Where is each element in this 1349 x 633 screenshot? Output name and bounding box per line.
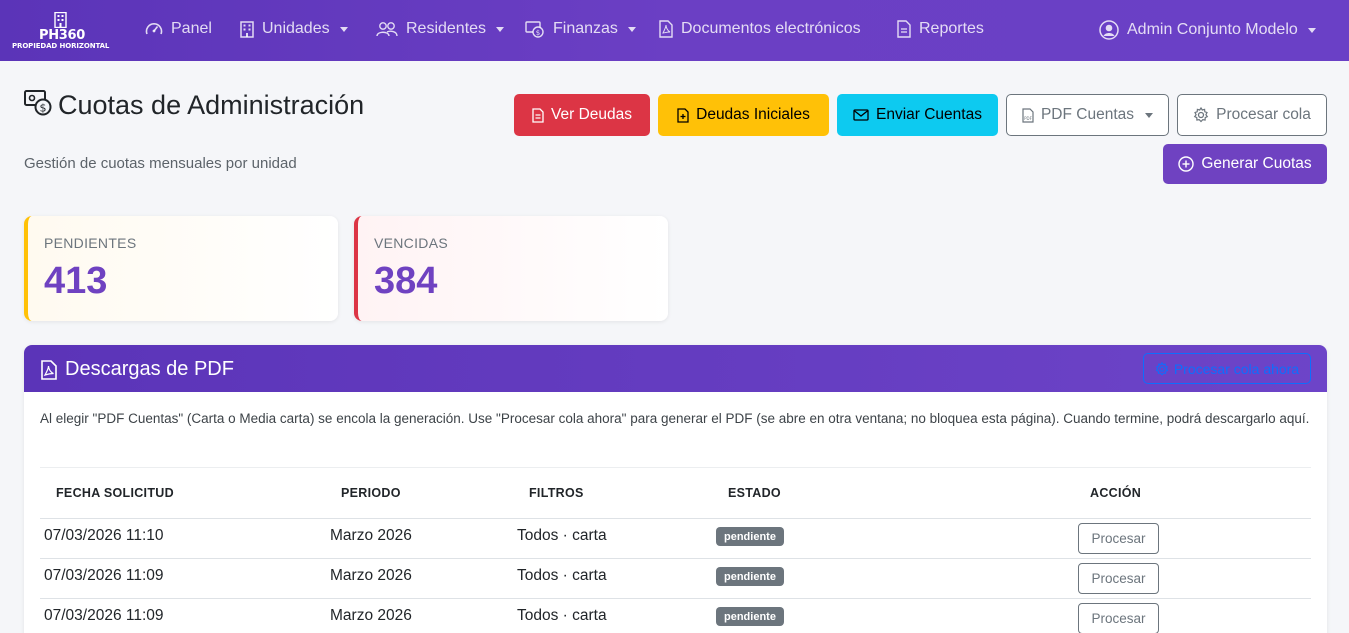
pdf-cuentas-dropdown[interactable]: PDF PDF Cuentas: [1006, 94, 1169, 136]
cell-periodo: Marzo 2026: [330, 527, 412, 544]
user-menu[interactable]: Admin Conjunto Modelo: [1099, 20, 1316, 40]
svg-text:PDF: PDF: [1024, 116, 1032, 121]
cash-icon: $: [24, 90, 52, 116]
cell-periodo: Marzo 2026: [330, 607, 412, 624]
file-text-icon: [532, 107, 544, 123]
table-row: 07/03/2026 11:10 Marzo 2026 Todos · cart…: [40, 518, 1311, 558]
column-header-periodo: PERIODO: [341, 486, 401, 500]
report-icon: [897, 20, 911, 38]
gear-icon: [1193, 107, 1209, 123]
chevron-down-icon: [1145, 112, 1154, 118]
procesar-cola-button[interactable]: Procesar cola: [1177, 94, 1327, 136]
plus-circle-icon: [1178, 156, 1195, 172]
column-header-filtros: FILTROS: [529, 486, 584, 500]
procesar-cola-label: Procesar cola: [1216, 106, 1311, 123]
page-title-text: Cuotas de Administración: [58, 90, 365, 120]
nav-item-reportes[interactable]: Reportes: [897, 20, 984, 38]
nav-label-documentos: Documentos electrónicos: [681, 20, 861, 37]
building-icon: [240, 20, 254, 38]
envelope-icon: [853, 109, 869, 121]
card-title-text: Descargas de PDF: [65, 358, 234, 380]
procesar-button[interactable]: Procesar: [1078, 603, 1159, 633]
card-description: Al elegir "PDF Cuentas" (Carta o Media c…: [40, 411, 1310, 426]
user-name: Admin Conjunto Modelo: [1127, 21, 1298, 38]
pdf-file-icon: [659, 20, 673, 38]
table-row: 07/03/2026 11:09 Marzo 2026 Todos · cart…: [40, 598, 1311, 633]
stat-card-pendientes: PENDIENTES 413: [24, 216, 338, 321]
status-badge: pendiente: [716, 567, 784, 586]
ver-deudas-label: Ver Deudas: [551, 106, 632, 123]
page-subtitle: Gestión de cuotas mensuales por unidad: [24, 155, 297, 172]
stat-value: 413: [44, 260, 108, 302]
cash-icon: $: [525, 20, 544, 38]
enviar-cuentas-label: Enviar Cuentas: [876, 106, 982, 123]
procesar-button[interactable]: Procesar: [1078, 523, 1159, 554]
table-row: 07/03/2026 11:09 Marzo 2026 Todos · cart…: [40, 558, 1311, 598]
user-circle-icon: [1099, 20, 1119, 40]
pdf-requests-table: FECHA SOLICITUD PERIODO FILTROS ESTADO A…: [40, 467, 1311, 633]
nav-label-unidades: Unidades: [262, 20, 330, 37]
chevron-down-icon: [339, 26, 348, 32]
procesar-cola-ahora-label: Procesar cola ahora: [1173, 360, 1300, 377]
generar-cuotas-button[interactable]: Generar Cuotas: [1163, 144, 1327, 184]
top-navbar: PH360 PROPIEDAD HORIZONTAL Panel Unidade…: [0, 0, 1349, 61]
cell-periodo: Marzo 2026: [330, 567, 412, 584]
page-title: $ Cuotas de Administración: [24, 88, 364, 122]
pdf-downloads-card: Descargas de PDF Procesar cola ahora Al …: [24, 345, 1327, 633]
svg-text:$: $: [40, 102, 47, 115]
stat-card-vencidas: VENCIDAS 384: [354, 216, 668, 321]
ver-deudas-button[interactable]: Ver Deudas: [514, 94, 650, 136]
pdf-cuentas-label: PDF Cuentas: [1040, 106, 1135, 123]
column-header-accion: ACCIÓN: [1090, 486, 1142, 500]
stat-label: VENCIDAS: [374, 235, 448, 251]
column-header-fecha: FECHA SOLICITUD: [56, 486, 174, 500]
nav-label-finanzas: Finanzas: [553, 20, 618, 37]
card-header: Descargas de PDF Procesar cola ahora: [24, 345, 1327, 392]
nav-item-finanzas[interactable]: $ Finanzas: [525, 20, 636, 38]
cell-filtros: Todos · carta: [517, 527, 607, 544]
brand-name: PH360: [39, 28, 86, 43]
cell-filtros: Todos · carta: [517, 567, 607, 584]
svg-text:$: $: [536, 29, 540, 37]
chevron-down-icon: [627, 26, 636, 32]
people-icon: [376, 22, 398, 37]
stat-value: 384: [374, 260, 438, 302]
building-icon: [54, 12, 67, 28]
nav-item-unidades[interactable]: Unidades: [240, 20, 348, 38]
nav-item-documentos[interactable]: Documentos electrónicos: [659, 20, 861, 38]
generar-cuotas-label: Generar Cuotas: [1201, 155, 1312, 172]
card-title: Descargas de PDF: [41, 358, 234, 381]
chevron-down-icon: [1307, 27, 1316, 33]
gear-icon: [1155, 361, 1169, 375]
enviar-cuentas-button[interactable]: Enviar Cuentas: [837, 94, 998, 136]
procesar-cola-ahora-button[interactable]: Procesar cola ahora: [1143, 353, 1311, 384]
brand-logo[interactable]: PH360 PROPIEDAD HORIZONTAL: [0, 0, 120, 61]
cell-fecha: 07/03/2026 11:09: [44, 607, 164, 624]
nav-item-residentes[interactable]: Residentes: [376, 20, 505, 38]
deudas-iniciales-label: Deudas Iniciales: [696, 106, 810, 123]
procesar-button[interactable]: Procesar: [1078, 563, 1159, 594]
pdf-file-icon: PDF: [1022, 107, 1034, 123]
nav-label-panel: Panel: [171, 20, 212, 37]
cell-fecha: 07/03/2026 11:10: [44, 527, 164, 544]
status-badge: pendiente: [716, 527, 784, 546]
stat-label: PENDIENTES: [44, 235, 137, 251]
gauge-icon: [145, 23, 163, 35]
cell-fecha: 07/03/2026 11:09: [44, 567, 164, 584]
chevron-down-icon: [496, 26, 505, 32]
status-badge: pendiente: [716, 607, 784, 626]
cell-filtros: Todos · carta: [517, 607, 607, 624]
deudas-iniciales-button[interactable]: Deudas Iniciales: [658, 94, 829, 136]
nav-item-panel[interactable]: Panel: [145, 20, 212, 38]
brand-subtitle: PROPIEDAD HORIZONTAL: [12, 42, 110, 50]
pdf-file-icon: [41, 359, 57, 380]
column-header-estado: ESTADO: [728, 486, 781, 500]
nav-label-residentes: Residentes: [406, 20, 487, 37]
file-plus-icon: [677, 107, 689, 123]
nav-label-reportes: Reportes: [919, 20, 984, 37]
